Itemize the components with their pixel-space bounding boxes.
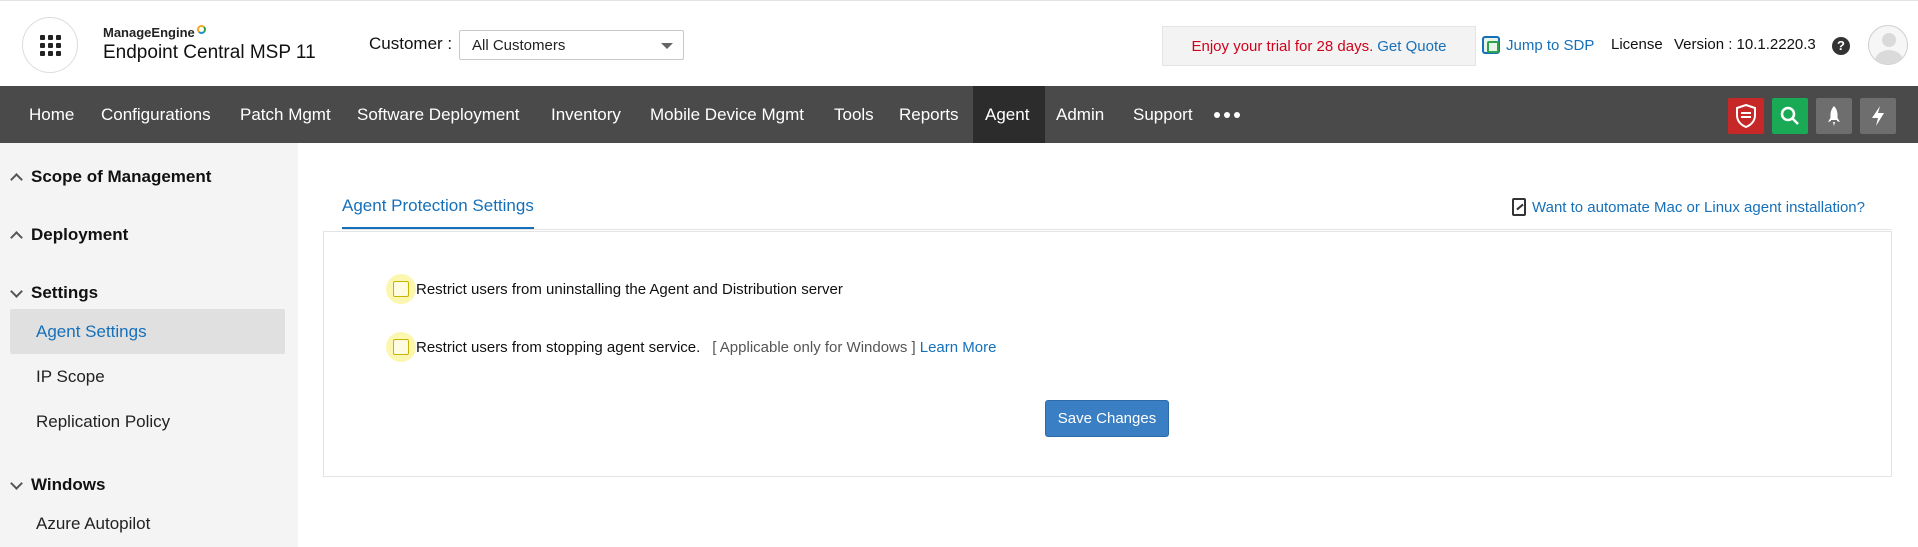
caret-down-icon (661, 43, 673, 49)
automate-agent-label: Want to automate Mac or Linux agent inst… (1532, 198, 1865, 216)
trial-text: Enjoy your trial for 28 days. (1191, 37, 1374, 55)
brand-edition: MSP 11 (249, 42, 316, 63)
sidebar-section-windows[interactable]: Windows (10, 475, 106, 495)
option-label: Restrict users from stopping agent servi… (416, 338, 701, 356)
save-changes-button[interactable]: Save Changes (1045, 400, 1169, 437)
shield-icon[interactable] (1728, 98, 1764, 134)
sidebar-section-deployment[interactable]: Deployment (10, 225, 129, 245)
customer-select[interactable]: All Customers (459, 30, 684, 60)
checkbox-highlight[interactable] (386, 274, 416, 304)
help-icon[interactable]: ? (1832, 37, 1850, 55)
sidebar-item-azure-autopilot[interactable]: Azure Autopilot (10, 501, 285, 546)
tab-divider (342, 229, 1892, 230)
learn-more-link[interactable]: Learn More (920, 339, 997, 356)
tab-agent-protection-settings[interactable]: Agent Protection Settings (342, 196, 534, 229)
sidebar-item-replication-policy[interactable]: Replication Policy (10, 399, 285, 444)
license-link[interactable]: License (1611, 36, 1663, 53)
nav-support[interactable]: Support (1133, 86, 1193, 143)
sidebar-item-agent-settings[interactable]: Agent Settings (10, 309, 285, 354)
brand-logo-icon (196, 25, 206, 34)
chevron-down-icon (10, 477, 23, 490)
section-title: Deployment (31, 225, 129, 244)
bolt-icon[interactable] (1860, 98, 1896, 134)
version-text: Version : 10.1.2220.3 (1674, 36, 1816, 53)
nav-reports[interactable]: Reports (899, 86, 959, 143)
nav-tools[interactable]: Tools (834, 86, 874, 143)
header: ManageEngine Endpoint Central MSP 11 Cus… (0, 5, 1918, 86)
grid-icon (39, 34, 61, 56)
sidebar-item-ip-scope[interactable]: IP Scope (10, 354, 285, 399)
rocket-icon[interactable] (1816, 98, 1852, 134)
get-quote-link[interactable]: Get Quote (1377, 38, 1446, 55)
nav-mobile-device-mgmt[interactable]: Mobile Device Mgmt (650, 86, 804, 143)
chevron-down-icon (10, 285, 23, 298)
option-restrict-stop-service: Restrict users from stopping agent servi… (386, 332, 997, 362)
sidebar-section-scope-of-management[interactable]: Scope of Management (10, 167, 212, 187)
more-menu-icon[interactable] (1214, 112, 1240, 118)
jump-to-sdp-link[interactable]: Jump to SDP (1482, 36, 1594, 54)
main-nav: Home Configurations Patch Mgmt Software … (0, 86, 1918, 143)
nav-software-deployment[interactable]: Software Deployment (357, 86, 520, 143)
settings-panel: Restrict users from uninstalling the Age… (323, 231, 1892, 477)
section-title: Windows (31, 475, 106, 494)
sidebar: Scope of Management Deployment Settings … (0, 143, 298, 547)
nav-inventory[interactable]: Inventory (551, 86, 621, 143)
option-restrict-uninstall: Restrict users from uninstalling the Age… (386, 274, 843, 304)
brand-company: ManageEngine (103, 25, 195, 40)
windows-only-note: [ Applicable only for Windows ] (712, 338, 916, 356)
sdp-icon (1482, 36, 1500, 54)
chevron-up-icon (10, 173, 23, 186)
option-label: Restrict users from uninstalling the Age… (416, 280, 843, 298)
avatar[interactable] (1868, 25, 1908, 65)
trial-banner: Enjoy your trial for 28 days. Get Quote (1162, 26, 1476, 66)
jump-to-sdp-label: Jump to SDP (1506, 36, 1595, 54)
customer-select-value: All Customers (472, 37, 566, 54)
checkbox-highlight[interactable] (386, 332, 416, 362)
automate-agent-link[interactable]: Want to automate Mac or Linux agent inst… (1512, 198, 1865, 216)
customer-label: Customer : (369, 34, 453, 53)
nav-agent[interactable]: Agent (973, 86, 1045, 143)
edit-document-icon (1512, 198, 1526, 216)
section-title: Settings (31, 283, 99, 302)
nav-patch-mgmt[interactable]: Patch Mgmt (240, 86, 331, 143)
app-switcher-button[interactable] (22, 17, 78, 73)
restrict-uninstall-checkbox[interactable] (393, 281, 409, 297)
nav-home[interactable]: Home (29, 86, 74, 143)
product-logo[interactable]: ManageEngine Endpoint Central MSP 11 (103, 25, 316, 64)
search-icon[interactable] (1772, 98, 1808, 134)
nav-admin[interactable]: Admin (1056, 86, 1104, 143)
section-title: Scope of Management (31, 167, 212, 186)
sidebar-section-settings[interactable]: Settings (10, 283, 99, 303)
nav-configurations[interactable]: Configurations (101, 86, 211, 143)
chevron-up-icon (10, 231, 23, 244)
restrict-stop-service-checkbox[interactable] (393, 339, 409, 355)
brand-product: Endpoint Central (103, 42, 245, 63)
